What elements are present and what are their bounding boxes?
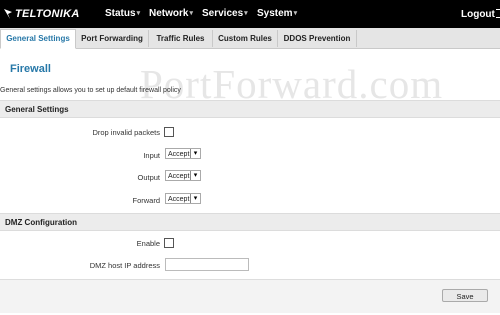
drop-invalid-label: Drop invalid packets bbox=[92, 128, 160, 137]
tab-ddos-prevention[interactable]: DDOS Prevention bbox=[278, 30, 357, 47]
section-header-general-settings: General Settings bbox=[0, 100, 500, 118]
output-label: Output bbox=[137, 173, 160, 182]
chevron-down-icon: ▾ bbox=[293, 10, 298, 17]
nav-network[interactable]: Network▾ bbox=[149, 8, 193, 19]
input-policy-select[interactable]: Accept ▾ bbox=[165, 148, 201, 159]
tab-custom-rules[interactable]: Custom Rules bbox=[213, 30, 278, 47]
forward-policy-select[interactable]: Accept ▾ bbox=[165, 193, 201, 204]
chevron-down-icon: ▾ bbox=[190, 194, 200, 203]
logout-link[interactable]: Logout bbox=[461, 8, 500, 20]
brand-logo[interactable]: TELTONIKA bbox=[3, 6, 80, 22]
dmz-enable-label: Enable bbox=[136, 239, 160, 248]
section-header-dmz: DMZ Configuration bbox=[0, 213, 500, 231]
nav-status-label: Status bbox=[105, 8, 136, 19]
chevron-down-icon: ▾ bbox=[190, 149, 200, 158]
output-policy-value: Accept bbox=[168, 173, 190, 180]
dmz-host-ip-label: DMZ host IP address bbox=[89, 261, 160, 270]
teltonika-logo-icon bbox=[4, 9, 12, 19]
input-policy-value: Accept bbox=[168, 151, 190, 158]
tab-general-settings[interactable]: General Settings bbox=[0, 29, 76, 49]
chevron-down-icon: ▾ bbox=[244, 10, 248, 17]
chevron-down-icon: ▾ bbox=[136, 10, 141, 17]
logout-icon bbox=[495, 9, 500, 18]
nav-system[interactable]: System▾ bbox=[257, 8, 297, 19]
dmz-enable-checkbox[interactable] bbox=[164, 238, 174, 248]
chevron-down-icon: ▾ bbox=[189, 10, 193, 17]
nav-services-label: Services bbox=[202, 8, 244, 19]
form-footer bbox=[0, 279, 500, 313]
drop-invalid-checkbox[interactable] bbox=[164, 127, 174, 137]
output-policy-select[interactable]: Accept ▾ bbox=[165, 170, 201, 181]
save-button[interactable]: Save bbox=[442, 289, 488, 302]
forward-policy-value: Accept bbox=[168, 196, 190, 203]
nav-status[interactable]: Status▾ bbox=[105, 8, 140, 19]
top-navbar: TELTONIKA Status▾ Network▾ Services▾ Sys… bbox=[0, 0, 500, 28]
page-description: General settings allows you to set up de… bbox=[0, 87, 181, 94]
page-title: Firewall bbox=[10, 63, 51, 75]
tab-port-forwarding[interactable]: Port Forwarding bbox=[76, 30, 149, 47]
logout-label: Logout bbox=[461, 9, 495, 20]
brand-name: TELTONIKA bbox=[15, 8, 80, 20]
nav-system-label: System bbox=[257, 8, 293, 19]
tab-traffic-rules[interactable]: Traffic Rules bbox=[149, 30, 213, 47]
nav-services[interactable]: Services▾ bbox=[202, 8, 248, 19]
input-label: Input bbox=[143, 151, 160, 160]
dmz-host-ip-input[interactable] bbox=[165, 258, 249, 271]
chevron-down-icon: ▾ bbox=[190, 171, 200, 180]
tab-bar: General Settings Port Forwarding Traffic… bbox=[0, 28, 500, 49]
forward-label: Forward bbox=[132, 196, 160, 205]
nav-network-label: Network bbox=[149, 8, 189, 19]
